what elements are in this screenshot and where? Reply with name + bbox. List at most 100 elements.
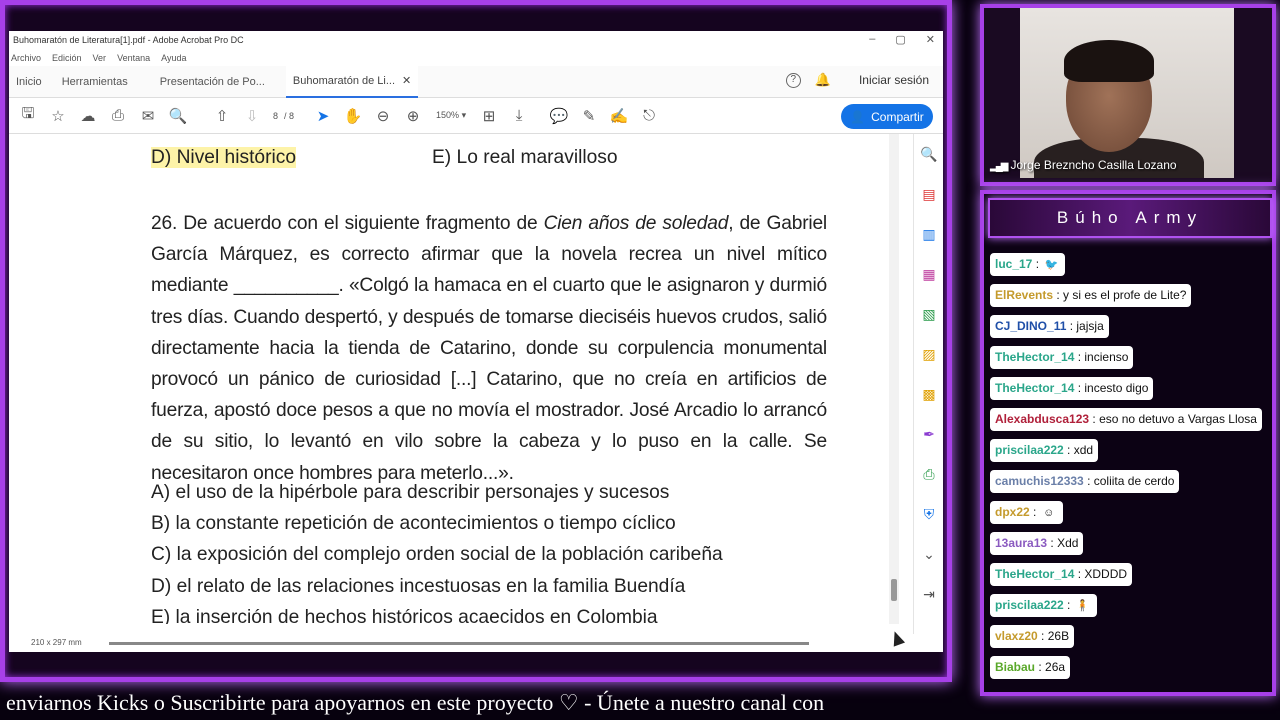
chat-message: priscilaa222 : 🧍 bbox=[990, 594, 1270, 625]
chat-message: priscilaa222 : xdd bbox=[990, 439, 1270, 470]
tab-buhomaraton[interactable]: Buhomaratón de Li... ✕ bbox=[285, 65, 419, 98]
pen-icon[interactable]: ✎ bbox=[574, 103, 604, 129]
prev-option-d: D) Nivel histórico bbox=[151, 147, 297, 168]
page-current[interactable]: 8 bbox=[273, 111, 278, 121]
tab-inicio[interactable]: Inicio bbox=[9, 66, 49, 98]
zoom-out-icon[interactable]: ⊖ bbox=[368, 103, 398, 129]
zoom-search-icon[interactable]: 🔍 bbox=[163, 103, 193, 129]
protect-icon[interactable]: ⛨ bbox=[914, 494, 943, 534]
zoom-select[interactable]: 150% ▾ bbox=[428, 110, 474, 121]
tab-presentacion[interactable]: Presentación de Po... bbox=[153, 66, 272, 98]
chat-message-bubble: priscilaa222 : 🧍 bbox=[990, 594, 1097, 617]
chat-text: coliita de cerdo bbox=[1093, 474, 1175, 488]
chat-message-bubble: CJ_DINO_11 : jajsja bbox=[990, 315, 1109, 338]
search-icon[interactable]: 🔍 bbox=[914, 134, 943, 174]
select-cursor-icon[interactable]: ➤ bbox=[308, 103, 338, 129]
chat-message: vlaxz20 : 26B bbox=[990, 625, 1270, 656]
chat-username[interactable]: priscilaa222 bbox=[995, 443, 1064, 457]
maximize-button[interactable]: ▢ bbox=[895, 33, 905, 46]
comment-icon[interactable]: 💬 bbox=[544, 103, 574, 129]
chat-message-bubble: dpx22 : ☺ bbox=[990, 501, 1063, 524]
chat-message-bubble: Alexabdusca123 : eso no detuvo a Vargas … bbox=[990, 408, 1262, 431]
chat-username[interactable]: TheHector_14 bbox=[995, 381, 1074, 395]
upload-cloud-icon[interactable]: ☁ bbox=[73, 103, 103, 129]
toolbar: 🖫 ☆ ☁ ⎙ ✉ 🔍 ⇧ ⇩ 8 / 8 ➤ ✋ ⊖ ⊕ 150% ▾ ⊞ ⤓… bbox=[9, 98, 943, 134]
chat-username[interactable]: vlaxz20 bbox=[995, 629, 1038, 643]
collapse-panel-icon[interactable]: ⇥ bbox=[914, 574, 943, 614]
chat-username[interactable]: CJ_DINO_11 bbox=[995, 319, 1066, 333]
minimize-button[interactable]: – bbox=[869, 33, 875, 46]
chat-message: Biabau : 26a bbox=[990, 656, 1270, 687]
option-d: D) el relato de las relaciones incestuos… bbox=[151, 575, 686, 597]
email-icon[interactable]: ✉ bbox=[133, 103, 163, 129]
chat-username[interactable]: camuchis12333 bbox=[995, 474, 1084, 488]
option-a: A) el uso de la hipérbole para describir… bbox=[151, 482, 670, 503]
chat-title: Búho Army bbox=[988, 198, 1272, 238]
fit-page-icon[interactable]: ⊞ bbox=[474, 103, 504, 129]
close-button[interactable]: ✕ bbox=[926, 33, 935, 46]
chat-text: 26B bbox=[1047, 629, 1070, 643]
export-pdf-icon[interactable]: ▥ bbox=[914, 214, 943, 254]
page-up-icon[interactable]: ⇧ bbox=[207, 103, 237, 129]
share-user-icon: 👤 bbox=[850, 109, 866, 124]
chat-username[interactable]: 13aura13 bbox=[995, 536, 1047, 550]
print-icon[interactable]: ⎙ bbox=[103, 103, 133, 129]
vertical-scrollbar[interactable] bbox=[889, 134, 899, 624]
zoom-in-icon[interactable]: ⊕ bbox=[398, 103, 428, 129]
chat-message: Alexabdusca123 : eso no detuvo a Vargas … bbox=[990, 408, 1270, 439]
scroll-mode-icon[interactable]: ⤓ bbox=[504, 103, 534, 129]
chat-username[interactable]: Alexabdusca123 bbox=[995, 412, 1089, 426]
menu-ventana[interactable]: Ventana bbox=[117, 53, 150, 63]
chat-username[interactable]: dpx22 bbox=[995, 505, 1030, 519]
chat-message-bubble: priscilaa222 : xdd bbox=[990, 439, 1099, 462]
tab-herramientas[interactable]: Herramientas bbox=[55, 66, 135, 98]
chat-username[interactable]: Biabau bbox=[995, 660, 1035, 674]
print-production-icon[interactable]: ⎙ bbox=[914, 454, 943, 494]
chat-username[interactable]: luc_17 bbox=[995, 257, 1032, 271]
share-button[interactable]: 👤 Compartir bbox=[841, 104, 933, 129]
chat-emote-icon: 🐦 bbox=[1044, 258, 1059, 271]
horizontal-scrollbar[interactable] bbox=[109, 642, 809, 645]
chat-text: eso no detuvo a Vargas Llosa bbox=[1099, 412, 1257, 426]
organize-pages-icon[interactable]: ▦ bbox=[914, 254, 943, 294]
chat-message-bubble: TheHector_14 : incesto digo bbox=[990, 377, 1154, 400]
book-title: Cien años de soledad bbox=[543, 213, 729, 234]
chat-username[interactable]: priscilaa222 bbox=[995, 598, 1064, 612]
chat-text: y si es el profe de Lite? bbox=[1063, 288, 1187, 302]
fill-sign-icon[interactable]: ✍ bbox=[604, 103, 634, 129]
chat-text: Xdd bbox=[1057, 536, 1079, 550]
answer-options: A) el uso de la hipérbole para describir… bbox=[151, 477, 827, 624]
note-icon[interactable]: ▩ bbox=[914, 374, 943, 414]
chat-message: luc_17 : 🐦 bbox=[990, 253, 1270, 284]
page-indicator[interactable]: 8 / 8 bbox=[267, 111, 300, 121]
acrobat-window: Buhomaratón de Literatura[1].pdf - Adobe… bbox=[9, 31, 943, 652]
edit-pdf-icon[interactable]: ▧ bbox=[914, 294, 943, 334]
chat-username[interactable]: TheHector_14 bbox=[995, 567, 1074, 581]
document-page[interactable]: D) Nivel histórico E) Lo real maravillos… bbox=[9, 134, 889, 624]
menu-ver[interactable]: Ver bbox=[93, 53, 107, 63]
signin-link[interactable]: Iniciar sesión bbox=[859, 73, 929, 87]
chevron-down-icon[interactable]: ⌄ bbox=[914, 534, 943, 574]
chat-message: TheHector_14 : incesto digo bbox=[990, 377, 1270, 408]
menu-archivo[interactable]: Archivo bbox=[11, 53, 41, 63]
bell-icon[interactable]: 🔔 bbox=[815, 72, 831, 88]
chat-username[interactable]: ElRevents bbox=[995, 288, 1053, 302]
page-down-icon[interactable]: ⇩ bbox=[237, 103, 267, 129]
save-icon[interactable]: 🖫 bbox=[13, 103, 43, 129]
chat-message: camuchis12333 : coliita de cerdo bbox=[990, 470, 1270, 501]
option-b: B) la constante repetición de acontecimi… bbox=[151, 513, 676, 535]
create-pdf-icon[interactable]: ▤ bbox=[914, 174, 943, 214]
chat-username[interactable]: TheHector_14 bbox=[995, 350, 1074, 364]
stamp-icon[interactable]: ⎋ bbox=[634, 103, 664, 129]
comment-panel-icon[interactable]: ▨ bbox=[914, 334, 943, 374]
chat-text: XDDDD bbox=[1084, 567, 1128, 581]
bookmark-star-icon[interactable]: ☆ bbox=[43, 103, 73, 129]
menu-ayuda[interactable]: Ayuda bbox=[161, 53, 186, 63]
ticker-text: enviarnos Kicks o Suscribirte para apoya… bbox=[6, 690, 825, 715]
tab-close-icon[interactable]: ✕ bbox=[402, 74, 411, 87]
sign-icon[interactable]: ✒ bbox=[914, 414, 943, 454]
hand-tool-icon[interactable]: ✋ bbox=[338, 103, 368, 129]
chat-message-bubble: ElRevents : y si es el profe de Lite? bbox=[990, 284, 1192, 307]
menu-edicion[interactable]: Edición bbox=[52, 53, 82, 63]
help-icon[interactable]: ? bbox=[785, 72, 801, 88]
